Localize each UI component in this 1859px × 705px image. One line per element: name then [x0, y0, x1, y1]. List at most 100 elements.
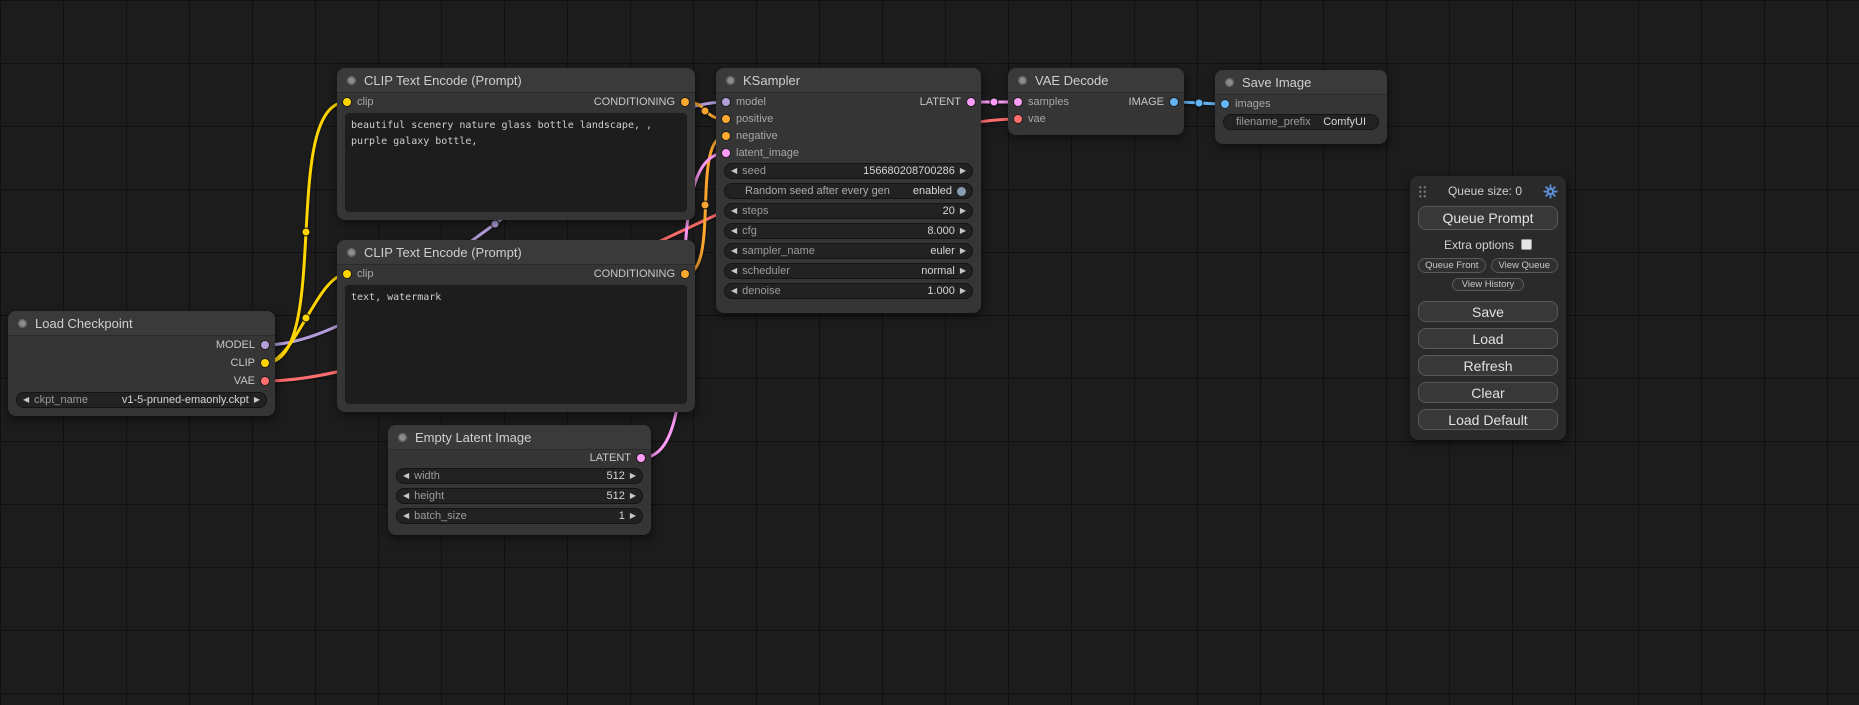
- widget-increment-icon[interactable]: [254, 396, 260, 404]
- widget-decrement-icon[interactable]: [403, 512, 409, 520]
- input-slot-vae[interactable]: vae: [1008, 113, 1046, 125]
- widget-decrement-icon[interactable]: [731, 247, 737, 255]
- view-history-button[interactable]: View History: [1452, 278, 1524, 291]
- widget-decrement-icon[interactable]: [731, 287, 737, 295]
- widget-increment-icon[interactable]: [960, 167, 966, 175]
- widget-decrement-icon[interactable]: [403, 492, 409, 500]
- widget-increment-icon[interactable]: [960, 227, 966, 235]
- widget-increment-icon[interactable]: [630, 492, 636, 500]
- node-load-checkpoint[interactable]: Load Checkpoint MODEL CLIP VAE ckpt_name…: [8, 311, 275, 416]
- widget-decrement-icon[interactable]: [731, 167, 737, 175]
- queue-prompt-button[interactable]: Queue Prompt: [1418, 206, 1558, 230]
- widget-decrement-icon[interactable]: [23, 396, 29, 404]
- slot-dot-clip[interactable]: [261, 359, 269, 367]
- widget-cfg[interactable]: cfg 8.000: [724, 223, 973, 239]
- widget-increment-icon[interactable]: [630, 512, 636, 520]
- node-title-bar[interactable]: KSampler: [716, 68, 981, 93]
- node-graph-canvas[interactable]: Load Checkpoint MODEL CLIP VAE ckpt_name…: [0, 0, 1859, 705]
- input-slot-latent-image[interactable]: latent_image: [716, 147, 799, 159]
- widget-steps[interactable]: steps 20: [724, 203, 973, 219]
- output-slot-conditioning[interactable]: CONDITIONING: [594, 268, 695, 280]
- slot-dot-conditioning[interactable]: [681, 270, 689, 278]
- output-slot-vae[interactable]: VAE: [234, 375, 275, 387]
- widget-decrement-icon[interactable]: [731, 207, 737, 215]
- collapse-dot-icon[interactable]: [1225, 78, 1234, 87]
- input-slot-negative[interactable]: negative: [716, 130, 778, 142]
- input-slot-model[interactable]: model: [716, 96, 766, 108]
- widget-width[interactable]: width 512: [396, 468, 643, 484]
- output-slot-model[interactable]: MODEL: [216, 339, 275, 351]
- slot-dot-conditioning[interactable]: [681, 98, 689, 106]
- prompt-textarea[interactable]: beautiful scenery nature glass bottle la…: [345, 113, 687, 212]
- collapse-dot-icon[interactable]: [1018, 76, 1027, 85]
- widget-sampler-name[interactable]: sampler_name euler: [724, 243, 973, 259]
- node-title-bar[interactable]: Save Image: [1215, 70, 1387, 95]
- slot-dot-clip[interactable]: [343, 270, 351, 278]
- input-slot-images[interactable]: images: [1215, 98, 1270, 110]
- slot-dot-latent[interactable]: [722, 149, 730, 157]
- widget-increment-icon[interactable]: [630, 472, 636, 480]
- slot-dot-image[interactable]: [1221, 100, 1229, 108]
- collapse-dot-icon[interactable]: [347, 76, 356, 85]
- widget-scheduler[interactable]: scheduler normal: [724, 263, 973, 279]
- node-vae-decode[interactable]: VAE Decode samples IMAGE vae: [1008, 68, 1184, 135]
- node-title-bar[interactable]: VAE Decode: [1008, 68, 1184, 93]
- output-slot-conditioning[interactable]: CONDITIONING: [594, 96, 695, 108]
- node-clip-text-encode-negative[interactable]: CLIP Text Encode (Prompt) clip CONDITION…: [337, 240, 695, 412]
- widget-decrement-icon[interactable]: [731, 227, 737, 235]
- view-queue-button[interactable]: View Queue: [1491, 258, 1559, 273]
- output-slot-latent[interactable]: LATENT: [590, 452, 651, 464]
- node-title-bar[interactable]: Empty Latent Image: [388, 425, 651, 450]
- node-title-bar[interactable]: CLIP Text Encode (Prompt): [337, 68, 695, 93]
- widget-random-seed-toggle[interactable]: Random seed after every gen enabled: [724, 183, 973, 199]
- toggle-knob-icon[interactable]: [957, 187, 966, 196]
- input-slot-clip[interactable]: clip: [337, 96, 374, 108]
- collapse-dot-icon[interactable]: [347, 248, 356, 257]
- node-title-bar[interactable]: CLIP Text Encode (Prompt): [337, 240, 695, 265]
- widget-height[interactable]: height 512: [396, 488, 643, 504]
- widget-seed[interactable]: seed 156680208700286: [724, 163, 973, 179]
- node-empty-latent-image[interactable]: Empty Latent Image LATENT width 512 heig…: [388, 425, 651, 535]
- node-ksampler[interactable]: KSampler model LATENT positive negative: [716, 68, 981, 313]
- slot-dot-clip[interactable]: [343, 98, 351, 106]
- slot-dot-conditioning[interactable]: [722, 115, 730, 123]
- slot-dot-model[interactable]: [261, 341, 269, 349]
- widget-increment-icon[interactable]: [960, 287, 966, 295]
- extra-options-checkbox[interactable]: [1521, 239, 1532, 250]
- input-slot-samples[interactable]: samples: [1008, 96, 1069, 108]
- widget-filename-prefix[interactable]: filename_prefix ComfyUI: [1223, 114, 1379, 130]
- widget-decrement-icon[interactable]: [731, 267, 737, 275]
- input-slot-positive[interactable]: positive: [716, 113, 773, 125]
- load-button[interactable]: Load: [1418, 328, 1558, 349]
- node-title-bar[interactable]: Load Checkpoint: [8, 311, 275, 336]
- load-default-button[interactable]: Load Default: [1418, 409, 1558, 430]
- settings-gear-icon[interactable]: [1543, 184, 1558, 199]
- clear-button[interactable]: Clear: [1418, 382, 1558, 403]
- output-slot-latent[interactable]: LATENT: [920, 96, 981, 108]
- prompt-textarea[interactable]: text, watermark: [345, 285, 687, 404]
- node-clip-text-encode-positive[interactable]: CLIP Text Encode (Prompt) clip CONDITION…: [337, 68, 695, 220]
- slot-dot-latent[interactable]: [637, 454, 645, 462]
- slot-dot-model[interactable]: [722, 98, 730, 106]
- input-slot-clip[interactable]: clip: [337, 268, 374, 280]
- output-slot-clip[interactable]: CLIP: [231, 357, 275, 369]
- refresh-button[interactable]: Refresh: [1418, 355, 1558, 376]
- widget-batch-size[interactable]: batch_size 1: [396, 508, 643, 524]
- slot-dot-latent[interactable]: [967, 98, 975, 106]
- widget-increment-icon[interactable]: [960, 247, 966, 255]
- slot-dot-conditioning[interactable]: [722, 132, 730, 140]
- node-save-image[interactable]: Save Image images filename_prefix ComfyU…: [1215, 70, 1387, 144]
- collapse-dot-icon[interactable]: [398, 433, 407, 442]
- widget-decrement-icon[interactable]: [403, 472, 409, 480]
- slot-dot-image[interactable]: [1170, 98, 1178, 106]
- widget-increment-icon[interactable]: [960, 207, 966, 215]
- slot-dot-vae[interactable]: [1014, 115, 1022, 123]
- slot-dot-vae[interactable]: [261, 377, 269, 385]
- collapse-dot-icon[interactable]: [726, 76, 735, 85]
- slot-dot-latent[interactable]: [1014, 98, 1022, 106]
- output-slot-image[interactable]: IMAGE: [1129, 96, 1184, 108]
- widget-increment-icon[interactable]: [960, 267, 966, 275]
- widget-denoise[interactable]: denoise 1.000: [724, 283, 973, 299]
- save-button[interactable]: Save: [1418, 301, 1558, 322]
- queue-front-button[interactable]: Queue Front: [1418, 258, 1486, 273]
